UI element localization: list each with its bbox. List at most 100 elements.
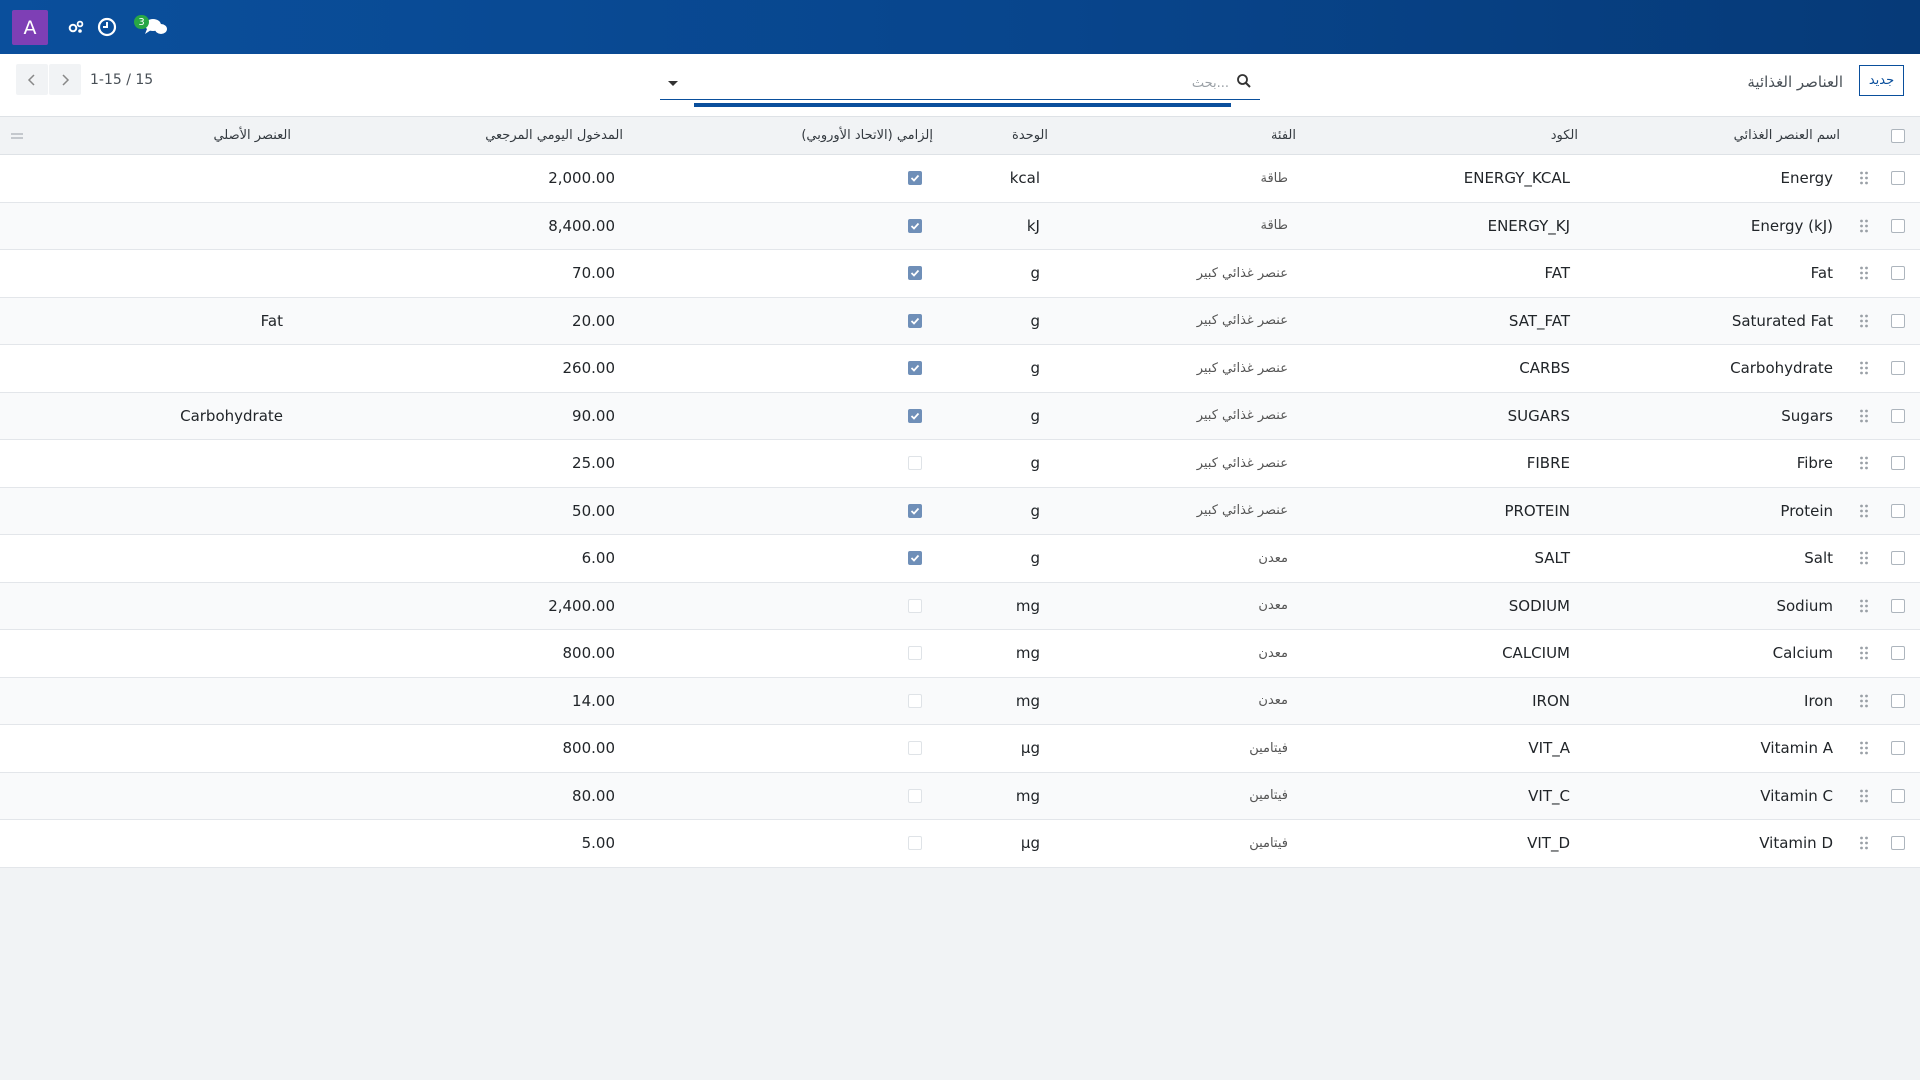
row-select-checkbox[interactable] xyxy=(1888,440,1908,487)
drag-handle-icon[interactable] xyxy=(1858,155,1870,202)
cell-name: Saturated Fat xyxy=(1731,311,1833,330)
cell-reference-intake: 2,000.00 xyxy=(548,169,615,188)
new-button[interactable]: جديد xyxy=(1859,65,1904,96)
row-select-checkbox[interactable] xyxy=(1888,488,1908,535)
table-row[interactable]: Iron IRON معدن mg 14.00 xyxy=(0,677,1920,725)
cell-name: Vitamin A xyxy=(1760,739,1834,758)
table-row[interactable]: Protein PROTEIN عنصر غذائي كبير g 50.00 xyxy=(0,487,1920,535)
header-name[interactable]: اسم العنصر الغذائي xyxy=(1600,117,1840,154)
drag-handle-icon[interactable] xyxy=(1858,678,1870,725)
cell-code: ENERGY_KCAL xyxy=(1463,169,1570,188)
header-category[interactable]: الفئة xyxy=(1140,117,1296,154)
cell-mandatory-checkbox[interactable] xyxy=(906,250,924,297)
cell-unit: g xyxy=(1030,501,1040,520)
cell-mandatory-checkbox[interactable] xyxy=(906,773,924,820)
drag-handle-icon[interactable] xyxy=(1858,535,1870,582)
select-all-checkbox[interactable] xyxy=(1888,117,1908,154)
row-select-checkbox[interactable] xyxy=(1888,250,1908,297)
table-row[interactable]: Fibre FIBRE عنصر غذائي كبير g 25.00 xyxy=(0,440,1920,488)
row-select-checkbox[interactable] xyxy=(1888,630,1908,677)
cell-reference-intake: 14.00 xyxy=(572,691,615,710)
row-select-checkbox[interactable] xyxy=(1888,725,1908,772)
row-select-checkbox[interactable] xyxy=(1888,345,1908,392)
cell-unit: g xyxy=(1030,454,1040,473)
search-input[interactable] xyxy=(694,71,1229,95)
clock-icon[interactable] xyxy=(95,15,119,39)
cell-mandatory-checkbox[interactable] xyxy=(906,678,924,725)
drag-handle-icon[interactable] xyxy=(1858,488,1870,535)
avatar[interactable]: A xyxy=(12,10,48,45)
drag-handle-icon[interactable] xyxy=(1858,773,1870,820)
cell-reference-intake: 5.00 xyxy=(581,834,615,853)
table-row[interactable]: Vitamin A VIT_A فيتامين µg 800.00 xyxy=(0,725,1920,773)
drag-handle-icon[interactable] xyxy=(1858,298,1870,345)
drag-handle-icon[interactable] xyxy=(1858,583,1870,630)
table-row[interactable]: Calcium CALCIUM معدن mg 800.00 xyxy=(0,630,1920,678)
activity-icon[interactable] xyxy=(64,15,88,39)
cell-mandatory-checkbox[interactable] xyxy=(906,393,924,440)
pager-previous-button[interactable] xyxy=(16,64,48,95)
cell-mandatory-checkbox[interactable] xyxy=(906,345,924,392)
cell-unit: kJ xyxy=(1026,216,1040,235)
row-select-checkbox[interactable] xyxy=(1888,678,1908,725)
cell-parent: Fat xyxy=(260,311,283,330)
row-select-checkbox[interactable] xyxy=(1888,203,1908,250)
row-select-checkbox[interactable] xyxy=(1888,583,1908,630)
cell-mandatory-checkbox[interactable] xyxy=(906,203,924,250)
table-row[interactable]: Sugars SUGARS عنصر غذائي كبير g 90.00 Carbohy… xyxy=(0,392,1920,440)
table-row[interactable]: Vitamin C VIT_C فيتامين mg 80.00 xyxy=(0,772,1920,820)
drag-handle-icon[interactable] xyxy=(1858,630,1870,677)
table-row[interactable]: Sodium SODIUM معدن mg 2,400.00 xyxy=(0,582,1920,630)
drag-handle-icon[interactable] xyxy=(1858,345,1870,392)
table-row[interactable]: Carbohydrate CARBS عنصر غذائي كبير g 260.00 xyxy=(0,345,1920,393)
row-select-checkbox[interactable] xyxy=(1888,535,1908,582)
drag-handle-icon[interactable] xyxy=(1858,440,1870,487)
cell-mandatory-checkbox[interactable] xyxy=(906,820,924,867)
cell-mandatory-checkbox[interactable] xyxy=(906,535,924,582)
drag-handle-icon[interactable] xyxy=(1858,250,1870,297)
table-row[interactable]: Salt SALT معدن g 6.00 xyxy=(0,535,1920,583)
cell-category: معدن xyxy=(1258,693,1288,709)
cell-category: عنصر غذائي كبير xyxy=(1196,503,1288,519)
drag-handle-icon[interactable] xyxy=(1858,820,1870,867)
cell-name: Sugars xyxy=(1781,406,1833,425)
cell-code: VIT_C xyxy=(1528,786,1570,805)
cell-mandatory-checkbox[interactable] xyxy=(906,725,924,772)
pager-next-button[interactable] xyxy=(49,64,81,95)
cell-name: Energy xyxy=(1780,169,1833,188)
table-row[interactable]: Saturated Fat SAT_FAT عنصر غذائي كبير g 20.0… xyxy=(0,297,1920,345)
optional-columns-icon[interactable] xyxy=(8,117,26,154)
cell-category: فيتامين xyxy=(1249,740,1288,756)
header-parent[interactable]: العنصر الأصلي xyxy=(100,117,291,154)
row-select-checkbox[interactable] xyxy=(1888,298,1908,345)
cell-mandatory-checkbox[interactable] xyxy=(906,440,924,487)
cell-mandatory-checkbox[interactable] xyxy=(906,488,924,535)
drag-handle-icon[interactable] xyxy=(1858,725,1870,772)
chat-badge: 3 xyxy=(134,15,149,29)
table-row[interactable]: Energy (kJ) ENERGY_KJ طاقة kJ 8,400.00 xyxy=(0,202,1920,250)
row-select-checkbox[interactable] xyxy=(1888,393,1908,440)
table-row[interactable]: Energy ENERGY_KCAL طاقة kcal 2,000.00 xyxy=(0,155,1920,203)
drag-handle-icon[interactable] xyxy=(1858,393,1870,440)
caret-down-icon[interactable] xyxy=(666,75,680,89)
cell-mandatory-checkbox[interactable] xyxy=(906,630,924,677)
cell-category: عنصر غذائي كبير xyxy=(1196,455,1288,471)
cell-code: SUGARS xyxy=(1507,406,1570,425)
drag-handle-icon[interactable] xyxy=(1858,203,1870,250)
cell-mandatory-checkbox[interactable] xyxy=(906,583,924,630)
cell-mandatory-checkbox[interactable] xyxy=(906,155,924,202)
header-mandatory[interactable]: إلزامي (الاتحاد الأوروبي) xyxy=(740,117,933,154)
table-row[interactable]: Fat FAT عنصر غذائي كبير g 70.00 xyxy=(0,250,1920,298)
header-unit[interactable]: الوحدة xyxy=(960,117,1048,154)
header-code[interactable]: الكود xyxy=(1420,117,1578,154)
row-select-checkbox[interactable] xyxy=(1888,773,1908,820)
row-select-checkbox[interactable] xyxy=(1888,155,1908,202)
cell-category: معدن xyxy=(1258,598,1288,614)
cell-category: فيتامين xyxy=(1249,788,1288,804)
pager-value[interactable]: 1-15 / 15 xyxy=(90,72,153,88)
header-reference-intake[interactable]: المدخول اليومي المرجعي xyxy=(400,117,623,154)
row-select-checkbox[interactable] xyxy=(1888,820,1908,867)
table-row[interactable]: Vitamin D VIT_D فيتامين µg 5.00 xyxy=(0,820,1920,868)
cell-mandatory-checkbox[interactable] xyxy=(906,298,924,345)
search-focus-underline xyxy=(694,103,1231,107)
